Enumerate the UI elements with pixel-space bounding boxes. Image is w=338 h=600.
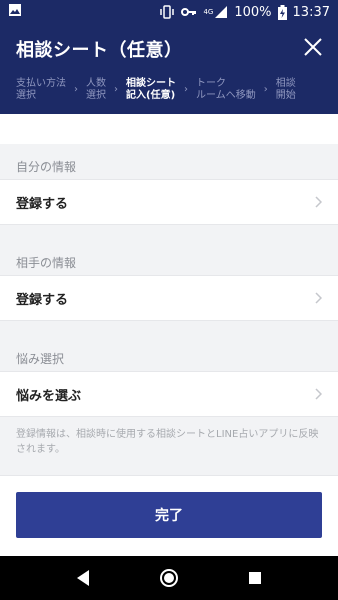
close-icon bbox=[304, 38, 322, 56]
signal-icon: 4G bbox=[203, 5, 228, 19]
nav-recents-button[interactable] bbox=[235, 558, 275, 598]
key-icon bbox=[181, 7, 197, 17]
register-partner-label: 登録する bbox=[16, 292, 69, 308]
nav-home-button[interactable] bbox=[149, 558, 189, 598]
home-circle-icon bbox=[160, 569, 178, 587]
back-triangle-icon bbox=[77, 570, 89, 586]
chevron-right-icon bbox=[314, 292, 322, 304]
battery-percent: 100% bbox=[234, 4, 272, 20]
battery-charging-icon bbox=[277, 4, 287, 20]
section-label-partner: 相手の情報 bbox=[16, 256, 77, 270]
register-self-label: 登録する bbox=[16, 196, 69, 212]
step-separator-icon: › bbox=[114, 84, 118, 95]
header: 相談シート（任意） 支払い方法 選択 › 人数 選択 › 相談シート 記入(任意… bbox=[0, 24, 338, 114]
clock: 13:37 bbox=[292, 4, 330, 20]
progress-steps: 支払い方法 選択 › 人数 選択 › 相談シート 記入(任意) › トーク ルー… bbox=[0, 78, 338, 110]
register-partner-row[interactable]: 登録する bbox=[0, 275, 338, 321]
step-separator-icon: › bbox=[184, 84, 188, 95]
step-separator-icon: › bbox=[263, 84, 268, 95]
step-people: 人数 選択 bbox=[86, 78, 106, 101]
step-talk-room: トーク ルームへ移動 bbox=[196, 78, 256, 101]
select-concern-label: 悩みを選ぶ bbox=[16, 388, 82, 404]
section-label-self: 自分の情報 bbox=[16, 160, 77, 174]
step-start: 相談 開始 bbox=[275, 78, 296, 101]
step-payment: 支払い方法 選択 bbox=[16, 78, 66, 101]
close-button[interactable] bbox=[298, 32, 328, 62]
chevron-right-icon bbox=[314, 196, 322, 208]
footer: 完了 bbox=[0, 475, 338, 556]
page-title: 相談シート（任意） bbox=[16, 40, 183, 61]
step-separator-icon: › bbox=[74, 84, 78, 95]
register-self-row[interactable]: 登録する bbox=[0, 179, 338, 225]
chevron-right-icon bbox=[314, 388, 322, 400]
section-label-concern: 悩み選択 bbox=[16, 352, 65, 366]
android-nav-bar bbox=[0, 556, 338, 600]
select-concern-row[interactable]: 悩みを選ぶ bbox=[0, 371, 338, 417]
done-button[interactable]: 完了 bbox=[16, 492, 322, 538]
network-type: 4G bbox=[203, 8, 214, 16]
vibrate-icon bbox=[159, 5, 175, 19]
step-consult-sheet: 相談シート 記入(任意) bbox=[126, 78, 176, 101]
image-notification-icon bbox=[8, 3, 22, 21]
nav-back-button[interactable] bbox=[63, 558, 103, 598]
info-note: 登録情報は、相談時に使用する相談シートとLINE占いアプリに反映されます。 bbox=[16, 429, 319, 455]
status-bar: 4G 100% 13:37 bbox=[0, 0, 338, 24]
top-spacer bbox=[0, 114, 338, 144]
recents-square-icon bbox=[249, 572, 261, 584]
